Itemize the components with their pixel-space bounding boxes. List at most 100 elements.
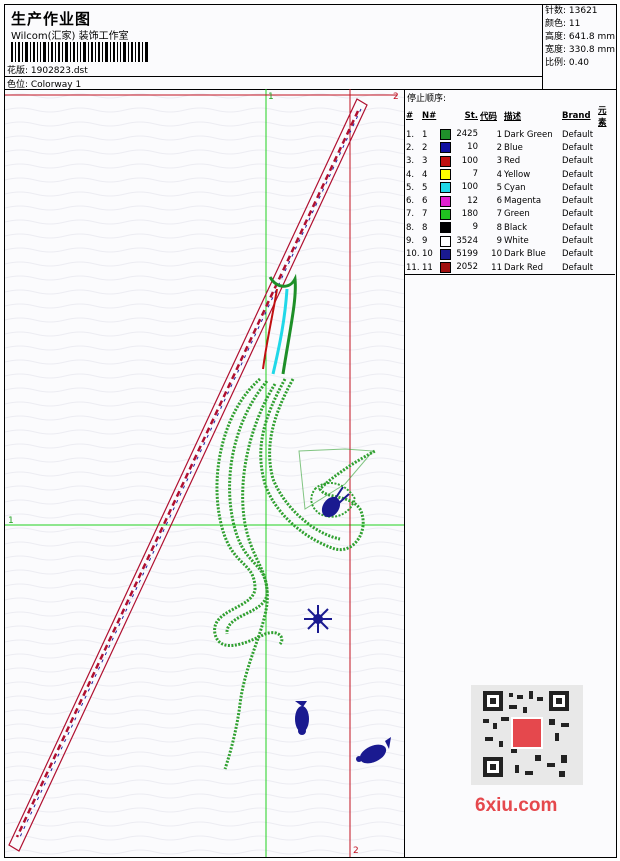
column-header: N# — [422, 111, 437, 121]
table-cell-st: 7 — [439, 168, 479, 181]
table-cell-idx: 5. — [406, 182, 415, 193]
stitch-count-value: 7 — [472, 169, 478, 180]
table-cell-st: 2052 — [439, 261, 479, 275]
color-swatch — [440, 129, 451, 141]
table-row: 2. 2 10 2 Blue Default — [405, 141, 615, 154]
panel-title: 停止顺序: — [407, 94, 447, 104]
table-cell-idx: 3. — [406, 156, 415, 167]
table-cell-idx: 8. — [406, 222, 415, 233]
watermark-logo: 6xiu.com — [475, 795, 558, 816]
design-preview: 1 1 2 2 — [5, 89, 404, 857]
table-row: 8. 8 9 8 Black Default — [405, 221, 615, 234]
table-cell-brand: Default — [562, 169, 594, 180]
table-cell-element — [597, 208, 615, 221]
stitch-count-value: 100 — [461, 182, 478, 193]
table-cell-element — [597, 234, 615, 247]
stitch-count: 针数: 13621 — [545, 6, 598, 16]
production-sheet: 生产作业图 Wilcom(汇家) 装饰工作室 花版: 1902823.dst 色 — [4, 4, 617, 858]
table-cell-idx: 2. — [406, 142, 415, 153]
color-stop-table: # N# St. 代码 描述 Brand 元素 1. 1 2425 1 Dark Gre… — [405, 104, 615, 276]
table-row: 1. 1 2425 1 Dark Green Default — [405, 128, 615, 141]
table-cell-code: 8 — [496, 222, 502, 233]
table-cell-idx: 6. — [406, 196, 415, 207]
table-header-row: # N# St. 代码 描述 Brand 元素 — [405, 104, 615, 128]
color-swatch — [440, 182, 451, 194]
table-row: 7. 7 180 7 Green Default — [405, 208, 615, 221]
table-row: 6. 6 12 6 Magenta Default — [405, 194, 615, 207]
color-count: 颜色: 11 — [545, 19, 581, 29]
table-cell-n: 1 — [422, 129, 428, 140]
table-cell-code: 9 — [496, 236, 502, 247]
table-cell-desc: Black — [504, 222, 527, 233]
stitch-count-value: 180 — [461, 208, 478, 219]
table-cell-n: 9 — [422, 236, 428, 247]
table-cell-st: 9 — [439, 221, 479, 234]
table-cell-st: 180 — [439, 208, 479, 221]
column-header: St. — [464, 111, 478, 121]
table-cell-brand: Default — [562, 142, 594, 153]
table-cell-desc: Yellow — [504, 169, 531, 180]
table-cell-code: 1 — [496, 129, 502, 140]
table-cell-st: 3524 — [439, 234, 479, 247]
table-cell-element — [597, 155, 615, 168]
table-cell-code: 11 — [491, 262, 502, 273]
design-name: 花版: 1902823.dst — [7, 66, 88, 76]
table-cell-element — [597, 261, 615, 275]
table-cell-n: 3 — [422, 156, 428, 167]
guide-label: 2 — [353, 846, 359, 856]
table-cell-brand: Default — [562, 222, 594, 233]
table-cell-desc: White — [504, 236, 529, 247]
column-header: Brand — [562, 111, 591, 121]
table-cell-code: 6 — [496, 196, 502, 207]
table-cell-desc: Blue — [504, 142, 523, 153]
flower-icon — [304, 605, 332, 633]
design-height: 高度: 641.8 mm — [545, 32, 616, 42]
color-swatch — [440, 195, 451, 207]
table-row: 5. 5 100 5 Cyan Default — [405, 181, 615, 194]
table-cell-n: 6 — [422, 196, 428, 207]
stitch-count-value: 100 — [461, 155, 478, 166]
table-row: 10. 10 5199 10 Dark Blue Default — [405, 248, 615, 261]
table-row: 4. 4 7 4 Yellow Default — [405, 168, 615, 181]
table-cell-brand: Default — [562, 236, 594, 247]
color-swatch — [440, 235, 451, 247]
table-cell-desc: Dark Blue — [504, 249, 546, 260]
table-cell-element — [597, 248, 615, 261]
table-cell-brand: Default — [562, 209, 594, 220]
guide-label: 1 — [268, 92, 274, 102]
color-swatch — [440, 262, 451, 274]
stitch-count-value: 10 — [467, 142, 478, 153]
stitch-count-value: 2052 — [456, 262, 478, 273]
table-cell-desc: Cyan — [504, 182, 526, 193]
column-header: 元素 — [598, 106, 607, 128]
company-name: Wilcom(汇家) 装饰工作室 — [11, 31, 129, 42]
table-cell-desc: Green — [504, 209, 530, 220]
design-width: 宽度: 330.8 mm — [545, 45, 616, 55]
design-scale: 比例: 0.40 — [545, 58, 589, 68]
table-cell-brand: Default — [562, 196, 594, 207]
color-swatch — [440, 169, 451, 181]
table-cell-idx: 1. — [406, 129, 415, 140]
table-row: 3. 3 100 3 Red Default — [405, 155, 615, 168]
table-cell-element — [597, 194, 615, 207]
table-cell-brand: Default — [562, 129, 594, 140]
table-cell-code: 4 — [496, 169, 502, 180]
table-cell-desc: Dark Green — [504, 129, 553, 140]
table-row: 9. 9 3524 9 White Default — [405, 234, 615, 247]
barcode-icon — [11, 42, 148, 62]
divider — [5, 76, 542, 77]
table-cell-brand: Default — [562, 156, 594, 167]
color-swatch — [440, 208, 451, 220]
table-cell-n: 10 — [422, 249, 433, 260]
color-swatch — [440, 222, 451, 234]
color-swatch — [440, 155, 451, 167]
table-cell-code: 3 — [496, 156, 502, 167]
table-cell-n: 2 — [422, 142, 428, 153]
design-canvas: 1 1 2 2 — [5, 89, 404, 857]
table-cell-st: 10 — [439, 141, 479, 154]
table-cell-n: 8 — [422, 222, 428, 233]
sheet-title: 生产作业图 — [11, 10, 92, 28]
table-cell-code: 5 — [496, 182, 502, 193]
table-cell-desc: Red — [504, 156, 521, 167]
column-header: 代码 — [480, 112, 498, 122]
